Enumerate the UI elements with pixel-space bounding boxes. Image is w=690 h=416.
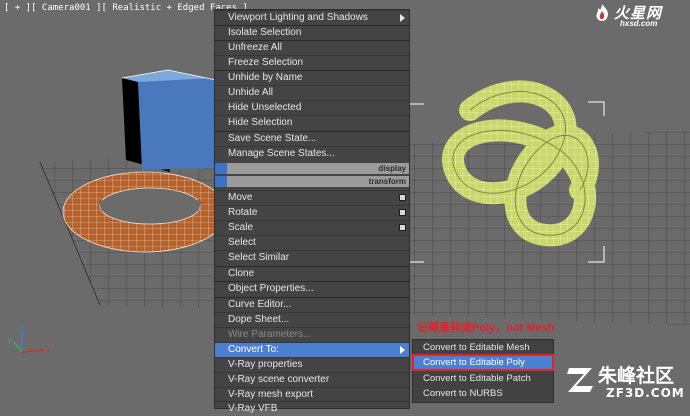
menu-item-select[interactable]: Select (215, 235, 409, 250)
menu-item-hide-unselected[interactable]: Hide Unselected (215, 100, 409, 115)
zf3d-site: ZF3D.COM (606, 386, 685, 400)
quadrant-header-label: display (378, 164, 406, 173)
convert-to-submenu: Convert to Editable Mesh Convert to Edit… (412, 339, 554, 403)
quadrant-header-transform[interactable]: transform (215, 176, 409, 187)
submenu-item-label: Convert to Editable Mesh (423, 342, 530, 353)
submenu-item-label: Convert to NURBS (423, 388, 503, 399)
menu-item-object-properties[interactable]: Object Properties... (215, 281, 409, 296)
svg-text:z: z (20, 324, 24, 331)
submenu-item-editable-patch[interactable]: Convert to Editable Patch (413, 371, 553, 386)
torus-object[interactable] (62, 171, 228, 253)
menu-item-unhide-by-name[interactable]: Unhide by Name (215, 70, 409, 85)
menu-item-label: Scale (228, 222, 254, 233)
menu-item-vray-mesh-export[interactable]: V-Ray mesh export (215, 387, 409, 402)
menu-item-label: V-Ray mesh export (228, 389, 314, 400)
menu-item-label: Viewport Lighting and Shadows (228, 12, 368, 23)
menu-item-save-scene-state[interactable]: Save Scene State... (215, 131, 409, 146)
menu-item-label: Select (228, 237, 256, 248)
options-box-icon[interactable] (399, 224, 406, 231)
menu-item-label: Save Scene State... (228, 133, 317, 144)
menu-item-manage-scene-states[interactable]: Manage Scene States... (215, 146, 409, 161)
menu-item-unfreeze-all[interactable]: Unfreeze All (215, 40, 409, 55)
menu-item-hide-selection[interactable]: Hide Selection (215, 115, 409, 130)
svg-text:y: y (8, 337, 12, 344)
menu-item-label: Isolate Selection (228, 27, 302, 38)
quadrant-header-display[interactable]: display (215, 163, 409, 174)
menu-item-label: V-Ray properties (228, 359, 303, 370)
z-logo-icon (567, 368, 593, 392)
viewport-label[interactable]: [ + ][ Camera001 ][ Realistic + Edged Fa… (4, 3, 248, 13)
menu-item-unhide-all[interactable]: Unhide All (215, 85, 409, 100)
menu-item-isolate-selection[interactable]: Isolate Selection (215, 25, 409, 40)
submenu-item-editable-mesh[interactable]: Convert to Editable Mesh (413, 340, 553, 355)
zf3d-logo: 朱峰社区 ZF3D.COM (566, 360, 688, 406)
menu-item-rotate[interactable]: Rotate (215, 205, 409, 220)
submenu-arrow-icon (400, 346, 405, 354)
quadrant-header-label: transform (368, 177, 406, 186)
submenu-arrow-icon (400, 14, 405, 22)
hxsd-logo: 火星网 hxsd.com (592, 2, 684, 30)
menu-item-vray-scene-converter[interactable]: V-Ray scene converter (215, 372, 409, 387)
menu-item-label: Unhide All (228, 87, 274, 98)
menu-item-select-similar[interactable]: Select Similar (215, 250, 409, 265)
menu-item-dope-sheet[interactable]: Dope Sheet... (215, 312, 409, 327)
quadrant-tab (215, 176, 227, 187)
menu-item-label: Select Similar (228, 252, 290, 263)
menu-item-move[interactable]: Move (215, 190, 409, 205)
menu-item-label: Unfreeze All (228, 42, 282, 53)
menu-item-label: Object Properties... (228, 283, 314, 294)
menu-item-viewport-lighting[interactable]: Viewport Lighting and Shadows (215, 10, 409, 25)
flame-icon (596, 4, 609, 21)
options-box-icon[interactable] (399, 194, 406, 201)
options-box-icon[interactable] (399, 209, 406, 216)
menu-item-label: Manage Scene States... (228, 148, 335, 159)
menu-item-label: Dope Sheet... (228, 314, 290, 325)
box-object[interactable] (121, 69, 217, 172)
menu-item-label: Freeze Selection (228, 57, 304, 68)
menu-item-clone[interactable]: Clone (215, 266, 409, 281)
menu-item-curve-editor[interactable]: Curve Editor... (215, 297, 409, 312)
menu-item-label: Clone (228, 268, 255, 279)
submenu-item-editable-poly[interactable]: Convert to Editable Poly (412, 354, 554, 371)
menu-item-label: Unhide by Name (228, 72, 303, 83)
axis-gizmo: z x y (8, 324, 50, 354)
menu-item-label: Hide Unselected (228, 102, 302, 113)
menu-item-vray-properties[interactable]: V-Ray properties (215, 357, 409, 372)
menu-item-label: Convert To: (228, 344, 279, 355)
menu-item-label: V-Ray scene converter (228, 374, 330, 385)
hxsd-url: hxsd.com (620, 19, 658, 28)
submenu-item-label: Convert to Editable Patch (423, 373, 531, 384)
submenu-item-label: Convert to Editable Poly (423, 357, 525, 368)
zf3d-brand: 朱峰社区 (598, 365, 675, 387)
quad-menu: Viewport Lighting and Shadows Isolate Se… (214, 9, 410, 414)
menu-item-label: Hide Selection (228, 117, 293, 128)
menu-item-freeze-selection[interactable]: Freeze Selection (215, 55, 409, 70)
tutorial-annotation: 记得是转成Poly，not Mesh (417, 322, 555, 334)
menu-item-label: Rotate (228, 207, 258, 218)
menu-item-scale[interactable]: Scale (215, 220, 409, 235)
menu-item-wire-parameters: Wire Parameters... (215, 327, 409, 342)
menu-item-convert-to[interactable]: Convert To: (215, 342, 409, 357)
menu-item-label: Wire Parameters... (228, 329, 312, 340)
svg-text:x: x (46, 347, 50, 354)
submenu-item-nurbs[interactable]: Convert to NURBS (413, 386, 553, 401)
menu-item-label: Curve Editor... (228, 299, 292, 310)
menu-item-label: Move (228, 192, 253, 203)
quadrant-tab (215, 163, 227, 174)
